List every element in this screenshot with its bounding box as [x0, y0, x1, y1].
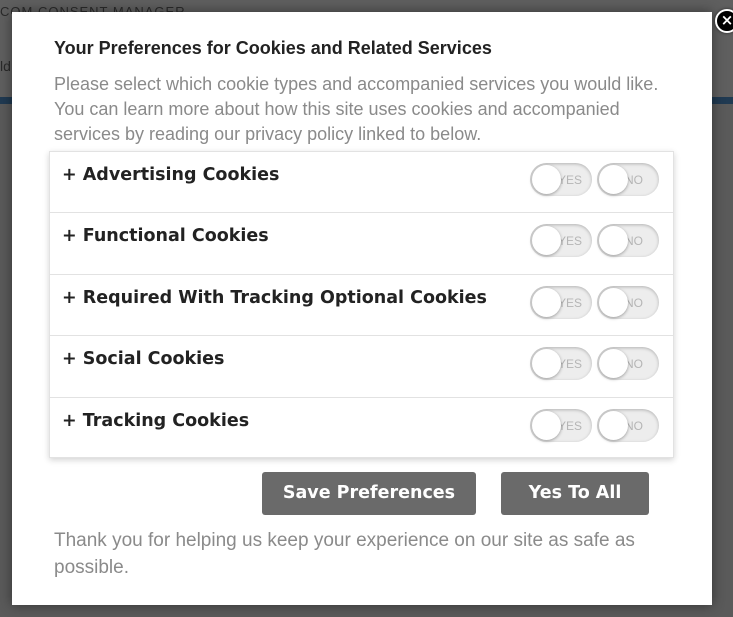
category-row-advertising: + Advertising Cookies YES NO: [50, 152, 673, 214]
category-label[interactable]: + Tracking Cookies: [62, 411, 249, 431]
toggle-knob: [599, 349, 628, 379]
yes-toggle[interactable]: YES: [530, 224, 592, 258]
save-preferences-button[interactable]: Save Preferences: [262, 472, 476, 515]
toggle-knob: [532, 410, 561, 440]
toggle-knob: [532, 287, 561, 317]
no-toggle[interactable]: NO: [597, 347, 659, 381]
category-row-required-tracking: + Required With Tracking Optional Cookie…: [50, 275, 673, 337]
category-row-social: + Social Cookies YES NO: [50, 336, 673, 398]
yes-toggle[interactable]: YES: [530, 408, 592, 442]
category-label[interactable]: + Required With Tracking Optional Cookie…: [62, 288, 487, 308]
yes-label: YES: [558, 234, 583, 249]
close-icon[interactable]: ×: [715, 9, 733, 33]
yes-label: YES: [558, 357, 583, 372]
yes-label: YES: [558, 418, 583, 433]
toggle-knob: [599, 287, 628, 317]
toggle-knob: [599, 410, 628, 440]
yes-label: YES: [558, 295, 583, 310]
no-toggle[interactable]: NO: [597, 408, 659, 442]
background-subtext: ld: [0, 58, 11, 74]
modal-intro: Please select which cookie types and acc…: [54, 74, 659, 144]
category-row-tracking: + Tracking Cookies YES NO: [50, 398, 673, 459]
yes-toggle[interactable]: YES: [530, 163, 592, 196]
cookie-preferences-modal: × Your Preferences for Cookies and Relat…: [12, 9, 733, 605]
footer-message: Thank you for helping us keep your exper…: [54, 530, 635, 578]
cookie-category-list: + Advertising Cookies YES NO + Functiona…: [49, 151, 674, 458]
toggle-knob: [532, 226, 561, 256]
yes-toggle[interactable]: YES: [530, 285, 592, 319]
toggle-knob: [599, 226, 628, 256]
no-toggle[interactable]: NO: [597, 163, 659, 196]
category-label[interactable]: + Functional Cookies: [62, 226, 269, 246]
no-toggle[interactable]: NO: [597, 224, 659, 258]
category-row-functional: + Functional Cookies YES NO: [50, 213, 673, 275]
category-label[interactable]: + Social Cookies: [62, 349, 224, 369]
yes-toggle[interactable]: YES: [530, 347, 592, 381]
modal-title: Your Preferences for Cookies and Related…: [54, 38, 492, 58]
toggle-knob: [532, 165, 561, 194]
toggle-knob: [599, 165, 628, 194]
no-toggle[interactable]: NO: [597, 285, 659, 319]
yes-label: YES: [558, 173, 583, 187]
yes-to-all-button[interactable]: Yes To All: [501, 472, 649, 515]
category-label[interactable]: + Advertising Cookies: [62, 165, 279, 185]
toggle-knob: [532, 349, 561, 379]
